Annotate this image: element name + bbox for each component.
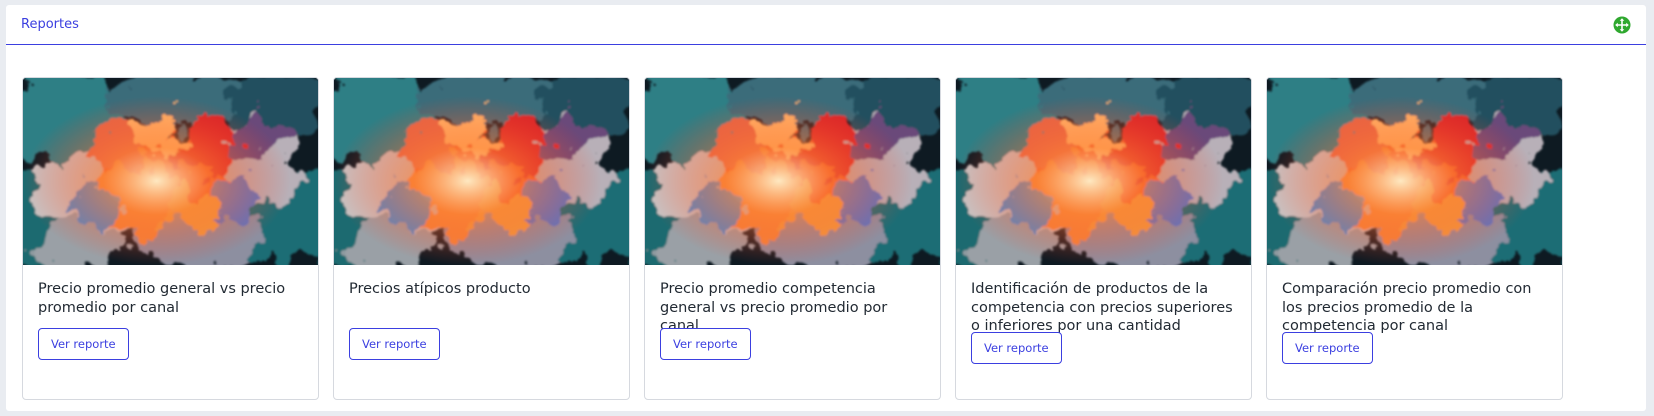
view-report-button[interactable]: Ver reporte — [1282, 332, 1373, 364]
panel-title: Reportes — [21, 17, 79, 32]
abstract-colorful-smoke-image — [1267, 78, 1562, 265]
report-card: Precio promedio competencia general vs p… — [644, 77, 941, 400]
panel-header: Reportes — [6, 5, 1646, 45]
view-report-button[interactable]: Ver reporte — [38, 328, 129, 360]
report-card: Precio promedio general vs precio promed… — [22, 77, 319, 400]
card-title: Identificación de productos de la compet… — [971, 281, 1233, 334]
report-card: Identificación de productos de la compet… — [955, 77, 1252, 400]
report-cards: Precio promedio general vs precio promed… — [22, 77, 1634, 401]
abstract-colorful-smoke-image — [956, 78, 1251, 265]
reports-panel: Reportes Precio promedio general vs prec… — [6, 5, 1646, 411]
expand-arrows-icon[interactable] — [1613, 16, 1631, 34]
view-report-button[interactable]: Ver reporte — [349, 328, 440, 360]
card-title: Precios atípicos producto — [349, 281, 531, 297]
abstract-colorful-smoke-image — [334, 78, 629, 265]
report-card: Precios atípicos producto Ver reporte — [333, 77, 630, 400]
abstract-colorful-smoke-image — [645, 78, 940, 265]
card-title: Comparación precio promedio con los prec… — [1282, 281, 1532, 334]
abstract-colorful-smoke-image — [23, 78, 318, 265]
view-report-button[interactable]: Ver reporte — [660, 328, 751, 360]
view-report-button[interactable]: Ver reporte — [971, 332, 1062, 364]
report-card: Comparación precio promedio con los prec… — [1266, 77, 1563, 400]
card-title: Precio promedio general vs precio promed… — [38, 281, 286, 316]
